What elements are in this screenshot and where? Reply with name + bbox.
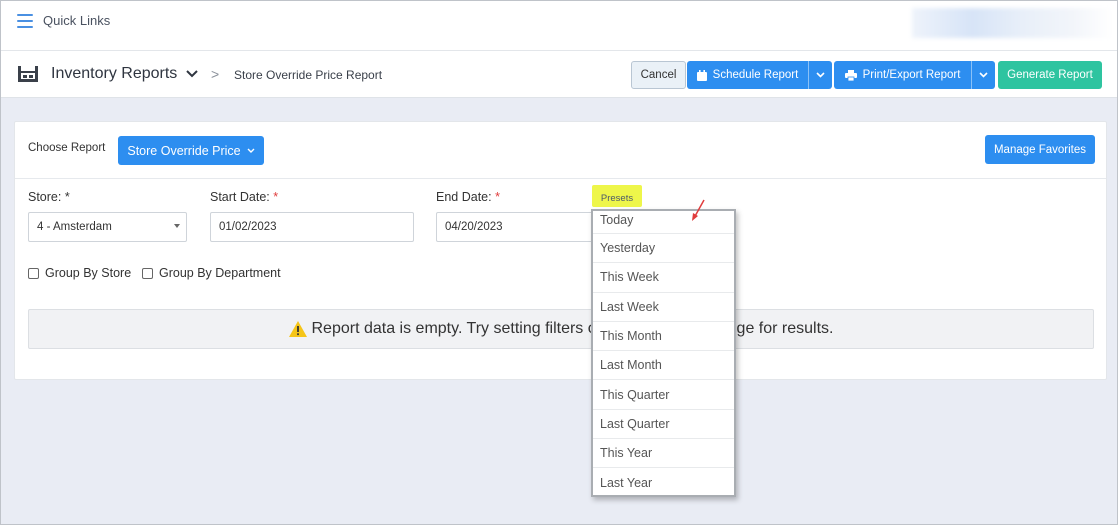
warning-icon [288,321,307,337]
breadcrumb-current: Store Override Price Report [234,68,383,82]
preset-item[interactable]: This Month [593,322,734,352]
empty-message-text-left: Report data is empty. Try setting filter… [311,320,597,337]
end-date-label: End Date: * [436,190,500,204]
preset-item[interactable]: Today [593,211,734,234]
cancel-button[interactable]: Cancel [631,61,686,89]
schedule-report-label: Schedule Report [712,69,799,81]
choose-report-dropdown[interactable]: Store Override Price [118,136,264,165]
group-by-department-checkbox[interactable] [142,267,153,279]
printer-icon [844,69,857,81]
report-category-title[interactable]: Inventory Reports [51,65,177,83]
calendar-icon [696,69,707,81]
group-by-department-label: Group By Department [159,266,281,280]
end-date-value: 04/20/2023 [445,221,503,233]
store-select[interactable]: 4 - Amsterdam [28,212,187,242]
manage-favorites-button[interactable]: Manage Favorites [985,135,1095,164]
preset-item[interactable]: This Year [593,439,734,469]
preset-item[interactable]: Last Month [593,351,734,381]
quick-links-link[interactable]: Quick Links [43,13,110,28]
print-export-dropdown-toggle[interactable] [971,61,995,89]
warehouse-icon [18,66,38,82]
preset-item[interactable]: Last Year [593,468,734,497]
start-date-label: Start Date: * [210,190,278,204]
store-label-text: Store: * [28,190,70,204]
manage-favorites-label: Manage Favorites [993,143,1087,156]
group-by-department-option[interactable]: Group By Department [142,266,281,280]
choose-report-label: Choose Report [28,142,106,154]
report-header: Inventory Reports > Store Override Price… [0,51,1118,98]
chevron-down-icon [816,72,825,78]
schedule-report-dropdown-toggle[interactable] [808,61,832,89]
divider [15,178,1106,179]
preset-item[interactable]: Last Quarter [593,410,734,440]
print-export-button[interactable]: Print/Export Report [834,61,995,89]
presets-label: Presets [600,193,634,204]
generate-report-label: Generate Report [1007,69,1093,81]
start-date-value: 01/02/2023 [219,221,277,233]
report-filter-card: Choose Report Store Override Price Manag… [14,121,1107,380]
choose-report-value: Store Override Price [127,143,241,158]
start-date-input[interactable]: 01/02/2023 [210,212,414,242]
empty-message-text-right: nge for results. [727,320,834,337]
end-date-input[interactable]: 04/20/2023 [436,212,598,242]
presets-button[interactable]: Presets [592,185,642,207]
preset-item[interactable]: Yesterday [593,234,734,264]
empty-report-message: Report data is empty. Try setting filter… [28,309,1094,349]
schedule-report-button[interactable]: Schedule Report [687,61,832,89]
end-date-label-text: End Date: [436,190,492,204]
preset-item[interactable]: Last Week [593,293,734,322]
store-select-value: 4 - Amsterdam [37,221,112,233]
blurred-user-area [912,8,1112,38]
preset-item[interactable]: This Quarter [593,380,734,410]
store-label: Store: * [28,190,70,204]
caret-down-icon [174,224,180,228]
start-date-label-text: Start Date: [210,190,270,204]
required-marker: * [495,190,500,204]
cancel-button-label: Cancel [640,69,677,81]
presets-dropdown-menu: Today Yesterday This Week Last Week This… [591,209,736,497]
chevron-down-icon[interactable] [186,69,198,79]
breadcrumb-separator: > [211,66,220,82]
required-marker: * [273,190,279,204]
chevron-down-icon [247,148,255,153]
chevron-down-icon [979,72,988,78]
preset-item[interactable]: This Week [593,263,734,293]
top-bar: Quick Links [0,0,1118,51]
annotation-arrow-icon [692,199,705,221]
generate-report-button[interactable]: Generate Report [998,61,1102,89]
print-export-label: Print/Export Report [862,69,961,81]
group-by-store-label: Group By Store [45,266,132,280]
group-by-store-option[interactable]: Group By Store [28,266,131,280]
menu-icon[interactable] [17,14,33,28]
group-by-store-checkbox[interactable] [28,267,39,279]
